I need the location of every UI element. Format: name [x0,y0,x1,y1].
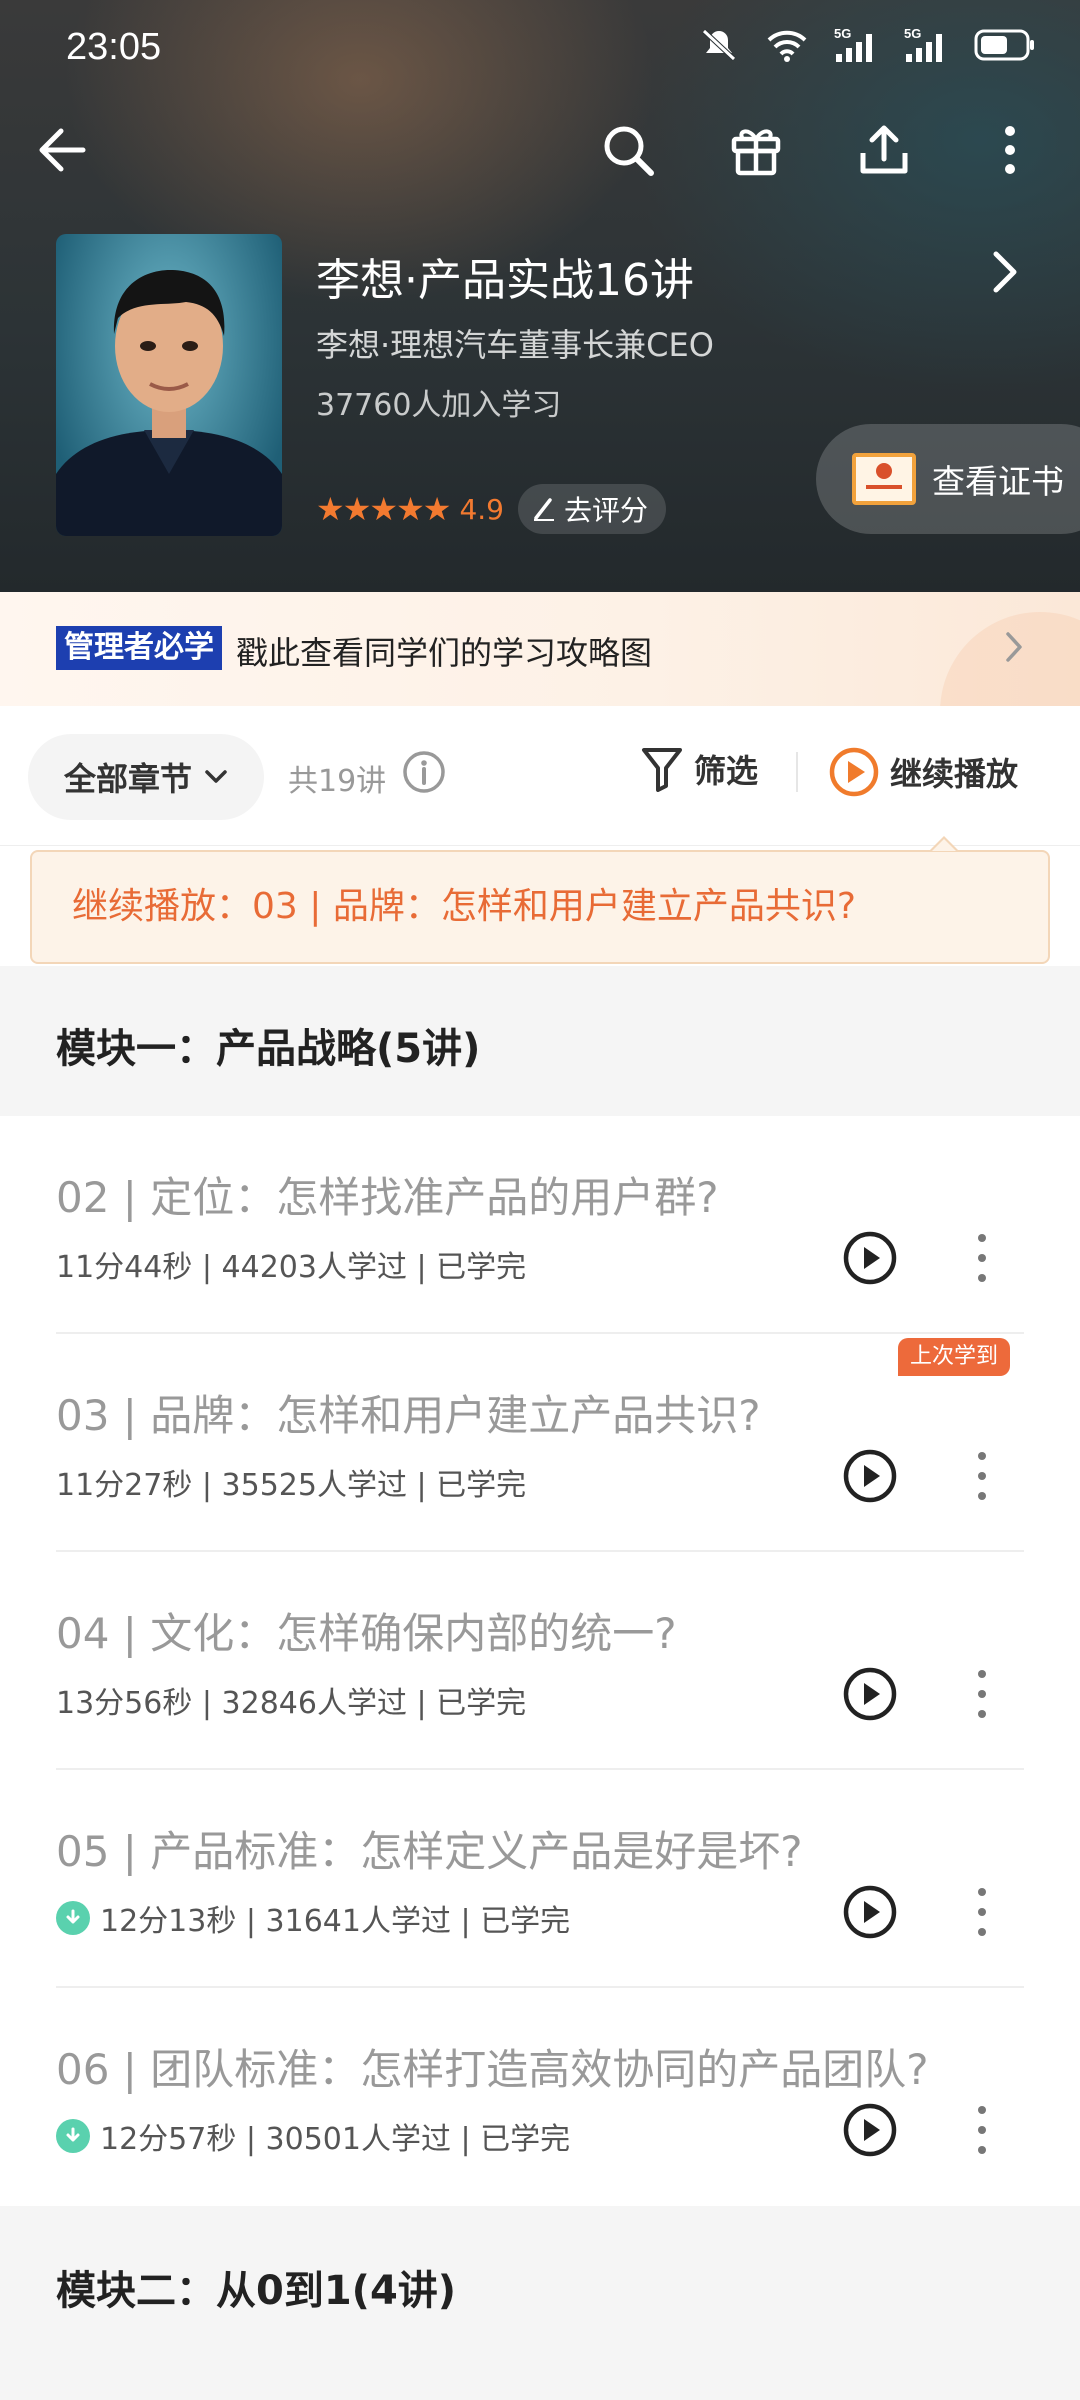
lesson-row[interactable]: 05 | 产品标准：怎样定义产品是好是坏? 12分13秒 | 31641人学过 … [56,1770,1024,1988]
more-vertical-icon[interactable] [974,1230,990,1286]
course-cover-image[interactable] [56,234,282,536]
signal-5g-icon: 5G [834,26,872,62]
info-icon [403,751,445,793]
filter-button[interactable]: 筛选 [640,746,758,792]
lesson-meta-text: 11分44秒 | 44203人学过 | 已学完 [56,1250,527,1285]
chevron-right-icon [993,251,1017,293]
lesson-title: 04 | 文化：怎样确保内部的统一? [56,1609,677,1658]
lesson-title: 06 | 团队标准：怎样打造高效协同的产品团队? [56,2045,929,2094]
module-title: 模块一：产品战略(5讲) [56,1026,481,1072]
certificate-label: 查看证书 [932,462,1064,501]
status-icons: 5G 5G [698,26,1036,64]
play-icon[interactable] [842,1666,898,1722]
more-vertical-icon[interactable] [974,1666,990,1722]
signal-5g-icon: 5G [904,26,942,62]
banner-text: 戳此查看同学们的学习攻略图 [236,634,653,672]
lesson-meta: 13分56秒 | 32846人学过 | 已学完 [56,1678,526,1722]
chevron-down-icon [205,770,227,783]
svg-text:5G: 5G [904,26,921,41]
certificate-button[interactable]: 查看证书 [816,424,1080,534]
study-guide-banner[interactable]: 管理者必学 戳此查看同学们的学习攻略图 [0,592,1080,706]
continue-play-button[interactable]: 继续播放 [828,746,1018,798]
search-icon [604,126,654,176]
gift-icon [731,129,781,176]
more-vertical-icon [1005,126,1015,174]
chapter-dropdown-label: 全部章节 [63,760,192,798]
play-icon[interactable] [842,1230,898,1286]
instructor-portrait [56,270,282,536]
status-bar: 23:05 5G 5G [0,0,1080,100]
back-icon [39,128,86,172]
play-icon[interactable] [842,2102,898,2158]
tip-arrow-fill [932,839,956,851]
lesson-title: 03 | 品牌：怎样和用户建立产品共识? [56,1391,761,1440]
last-learned-badge: 上次学到 [898,1338,1011,1376]
module-header[interactable]: 模块二：从0到1(4讲) [0,2206,1080,2400]
course-title[interactable]: 李想·产品实战16讲 [316,244,694,308]
continue-play-tip[interactable]: 继续播放：03 | 品牌：怎样和用户建立产品共识? [30,850,1050,964]
lesson-meta-text: 12分13秒 | 31641人学过 | 已学完 [100,1904,571,1939]
lesson-row[interactable]: 06 | 团队标准：怎样打造高效协同的产品团队? 12分57秒 | 30501人… [56,1988,1024,2206]
lesson-title: 05 | 产品标准：怎样定义产品是好是坏? [56,1827,803,1876]
certificate-icon [852,453,916,505]
filter-icon [642,748,682,792]
more-vertical-icon[interactable] [974,1448,990,1504]
download-icon [56,1901,90,1935]
top-toolbar [0,110,1080,190]
filter-label: 筛选 [694,752,759,790]
learner-count: 37760人加入学习 [316,388,562,423]
download-icon [56,2119,90,2153]
share-button[interactable] [852,118,916,182]
gift-button[interactable] [724,118,788,182]
share-icon [860,125,908,174]
filter-divider [796,752,798,792]
play-icon[interactable] [842,1448,898,1504]
continue-play-label: 继续播放 [890,755,1019,793]
edit-icon [533,498,554,521]
wifi-icon [767,30,807,62]
course-instructor: 李想·理想汽车董事长兼CEO [316,326,714,364]
lesson-meta-text: 11分27秒 | 35525人学过 | 已学完 [56,1468,527,1503]
lesson-title: 02 | 定位：怎样找准产品的用户群? [56,1173,719,1222]
chevron-right-icon [1006,632,1022,662]
lesson-meta-text: 13分56秒 | 32846人学过 | 已学完 [56,1686,527,1721]
filter-bar: 全部章节 共19讲 筛选 继续播放 [0,706,1080,846]
lesson-meta-text: 12分57秒 | 30501人学过 | 已学完 [100,2122,571,2157]
svg-text:5G: 5G [834,26,851,41]
rate-label: 去评分 [563,494,648,527]
battery-icon [974,29,1034,61]
chapter-dropdown[interactable]: 全部章节 [28,734,264,820]
rating-row: ★★★★★ 4.9 去评分 [316,484,666,534]
lesson-meta: 11分44秒 | 44203人学过 | 已学完 [56,1242,526,1286]
more-vertical-icon[interactable] [974,1884,990,1940]
play-icon[interactable] [842,1884,898,1940]
lesson-meta: 12分13秒 | 31641人学过 | 已学完 [56,1896,570,1940]
rating-value: 4.9 [459,492,504,526]
back-button[interactable] [30,118,94,182]
lesson-meta: 12分57秒 | 30501人学过 | 已学完 [56,2114,570,2158]
search-button[interactable] [596,118,660,182]
course-header: 23:05 5G 5G 李想·产品实战16讲 李想·理想汽车董事长兼CEO 37… [0,0,1080,592]
play-circle-icon [829,747,879,797]
lesson-meta: 11分27秒 | 35525人学过 | 已学完 [56,1460,526,1504]
mute-icon [702,29,736,61]
info-button[interactable] [402,750,446,798]
lesson-row[interactable]: 04 | 文化：怎样确保内部的统一? 13分56秒 | 32846人学过 | 已… [56,1552,1024,1770]
lesson-row[interactable]: 02 | 定位：怎样找准产品的用户群? 11分44秒 | 44203人学过 | … [56,1116,1024,1334]
rate-button[interactable]: 去评分 [517,484,666,534]
lesson-total: 共19讲 [288,764,387,799]
course-detail-chevron[interactable] [990,250,1020,298]
rating-stars: ★★★★★ [316,490,451,528]
more-vertical-icon[interactable] [974,2102,990,2158]
banner-chevron [1004,630,1024,668]
module-title: 模块二：从0到1(4讲) [56,2268,457,2314]
lesson-row[interactable]: 上次学到 03 | 品牌：怎样和用户建立产品共识? 11分27秒 | 35525… [56,1334,1024,1552]
status-time: 23:05 [66,26,162,68]
more-button[interactable] [978,118,1042,182]
module-header[interactable]: 模块一：产品战略(5讲) [0,966,1080,1116]
banner-tag: 管理者必学 [56,626,222,670]
